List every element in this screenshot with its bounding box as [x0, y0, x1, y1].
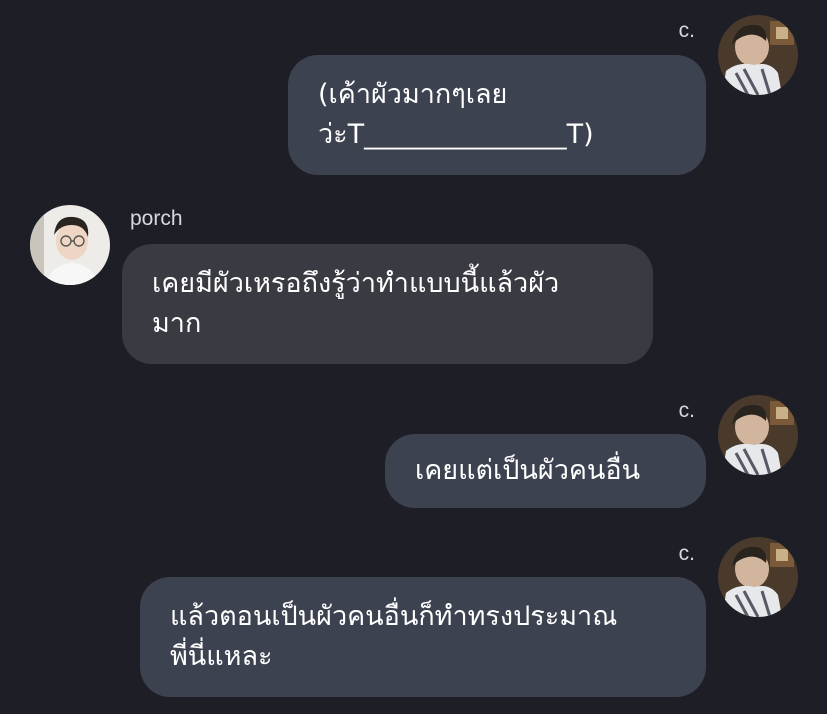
message-bubble-outgoing[interactable]: แล้วตอนเป็นผัวคนอื่นก็ทำทรงประมาณ พี่นี่…	[140, 577, 706, 697]
chat-thread: c. (เค้าผัวมากๆเลย ว่ะT_______________T)…	[0, 0, 827, 714]
avatar-c[interactable]	[718, 537, 798, 617]
sender-name: c.	[678, 19, 695, 42]
avatar-photo-c-icon	[718, 395, 798, 475]
sender-name: c.	[678, 542, 695, 565]
avatar-porch[interactable]	[30, 205, 110, 285]
avatar-photo-c-icon	[718, 15, 798, 95]
sender-name: porch	[130, 207, 183, 230]
message-bubble-outgoing[interactable]: เคยแต่เป็นผัวคนอื่น	[385, 434, 706, 508]
avatar-c[interactable]	[718, 15, 798, 95]
avatar-photo-porch-icon	[30, 205, 110, 285]
message-bubble-outgoing[interactable]: (เค้าผัวมากๆเลย ว่ะT_______________T)	[288, 55, 706, 175]
sender-name: c.	[678, 399, 695, 422]
avatar-photo-c-icon	[718, 537, 798, 617]
avatar-c[interactable]	[718, 395, 798, 475]
message-bubble-incoming[interactable]: เคยมีผัวเหรอถึงรู้ว่าทำแบบนี้แล้วผัว มาก	[122, 244, 653, 364]
